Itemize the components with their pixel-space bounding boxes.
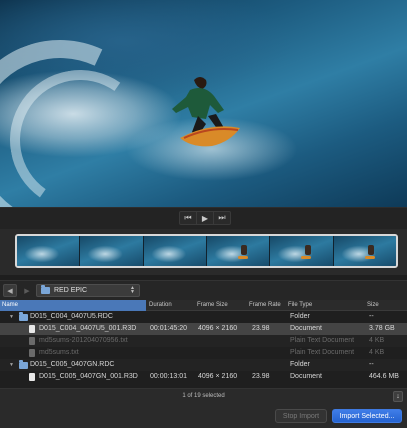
- folder-icon: [19, 360, 28, 369]
- location-popup[interactable]: RED EPIC ▲ ▼: [36, 284, 140, 297]
- forward-arrow-icon[interactable]: ▶: [20, 284, 34, 297]
- disclosure-triangle-icon[interactable]: ▼: [9, 314, 14, 320]
- status-bar: 1 of 19 selected ↓: [0, 388, 407, 404]
- transport-controls: ⏮ ▶ ⏭: [179, 211, 231, 225]
- column-header-frame-size[interactable]: Frame Size: [197, 302, 228, 308]
- file-type: Document: [290, 325, 322, 332]
- disclosure-triangle-icon[interactable]: ▼: [9, 362, 14, 368]
- table-header: Name Duration Frame Size Frame Rate File…: [0, 300, 407, 311]
- filmstrip[interactable]: [15, 234, 398, 268]
- file-duration: 00:00:13:01: [150, 373, 187, 380]
- video-preview: [0, 0, 407, 207]
- table-row[interactable]: ▼ D015_C004_0407U5.RDC Folder --: [0, 311, 407, 323]
- popup-arrows-icon: ▲ ▼: [130, 285, 135, 295]
- play-icon[interactable]: ▶: [196, 212, 213, 224]
- document-icon: [29, 373, 35, 381]
- file-size: 4 KB: [369, 337, 385, 344]
- file-size: --: [369, 313, 374, 320]
- file-frame-rate: 23.98: [252, 325, 270, 332]
- file-size: --: [369, 361, 374, 368]
- column-header-size[interactable]: Size: [367, 302, 379, 308]
- file-size: 464.6 MB: [369, 373, 399, 380]
- file-name: md5sums-20120407095​6.txt: [39, 337, 128, 344]
- filmstrip-frame: [333, 236, 396, 266]
- location-label: RED EPIC: [54, 287, 88, 294]
- file-type: Folder: [290, 313, 310, 320]
- folder-icon: [41, 285, 50, 294]
- table-row[interactable]: D015_C004_0407U5_001.R3D 00:01:45:20 409…: [0, 323, 407, 335]
- stop-import-button[interactable]: Stop Import: [275, 409, 327, 423]
- filmstrip-frame: [206, 236, 271, 266]
- column-header-file-type[interactable]: File Type: [288, 302, 312, 308]
- document-icon: [29, 325, 35, 333]
- skip-back-icon[interactable]: ⏮: [180, 212, 196, 224]
- download-icon[interactable]: ↓: [393, 391, 403, 402]
- file-name: D015_C005_0407GN_001.R3D: [39, 373, 138, 380]
- skip-forward-icon[interactable]: ⏭: [213, 212, 230, 224]
- button-bar: Stop Import Import Selected...: [0, 404, 407, 428]
- file-frame-rate: 23.98: [252, 373, 270, 380]
- file-name: D015_C004_0407U5.RDC: [30, 313, 113, 320]
- file-frame-size: 4096 × 2160: [198, 373, 238, 380]
- document-icon: [29, 337, 35, 345]
- table-row[interactable]: D015_C005_0407GN_001.R3D 00:00:13:01 409…: [0, 371, 407, 383]
- column-header-duration[interactable]: Duration: [149, 302, 172, 308]
- file-type: Folder: [290, 361, 310, 368]
- column-header-frame-rate[interactable]: Frame Rate: [249, 302, 281, 308]
- file-type: Plain Text Document: [290, 349, 355, 356]
- file-size: 3.78 GB: [369, 325, 395, 332]
- transport-bar: ⏮ ▶ ⏭: [0, 207, 407, 229]
- filmstrip-frame: [80, 236, 144, 266]
- surfer-figure: [172, 77, 240, 147]
- import-selected-button[interactable]: Import Selected...: [332, 409, 402, 423]
- navigation-bar: ◀ ▶ RED EPIC ▲ ▼: [0, 280, 407, 300]
- file-name: D015_C005_0407GN.RDC: [30, 361, 115, 368]
- filmstrip-frame: [143, 236, 207, 266]
- file-name: md5sums.txt: [39, 349, 79, 356]
- table-row[interactable]: md5sums.txt Plain Text Document 4 KB: [0, 347, 407, 359]
- file-duration: 00:01:45:20: [150, 325, 187, 332]
- file-type: Plain Text Document: [290, 337, 355, 344]
- file-table: Name Duration Frame Size Frame Rate File…: [0, 300, 407, 388]
- document-icon: [29, 349, 35, 357]
- nav-arrows: ◀ ▶: [3, 284, 34, 297]
- file-size: 4 KB: [369, 349, 385, 356]
- file-type: Document: [290, 373, 322, 380]
- filmstrip-area: [0, 229, 407, 275]
- table-row[interactable]: md5sums-20120407095​6.txt Plain Text Doc…: [0, 335, 407, 347]
- file-frame-size: 4096 × 2160: [198, 325, 238, 332]
- column-header-name[interactable]: Name: [0, 300, 146, 311]
- file-name: D015_C004_0407U5_001.R3D: [39, 325, 137, 332]
- back-arrow-icon[interactable]: ◀: [3, 284, 17, 297]
- filmstrip-frame: [270, 236, 334, 266]
- table-row[interactable]: ▼ D015_C005_0407GN.RDC Folder --: [0, 359, 407, 371]
- selection-count: 1 of 19 selected: [182, 393, 225, 399]
- folder-icon: [19, 312, 28, 321]
- filmstrip-frame: [17, 236, 81, 266]
